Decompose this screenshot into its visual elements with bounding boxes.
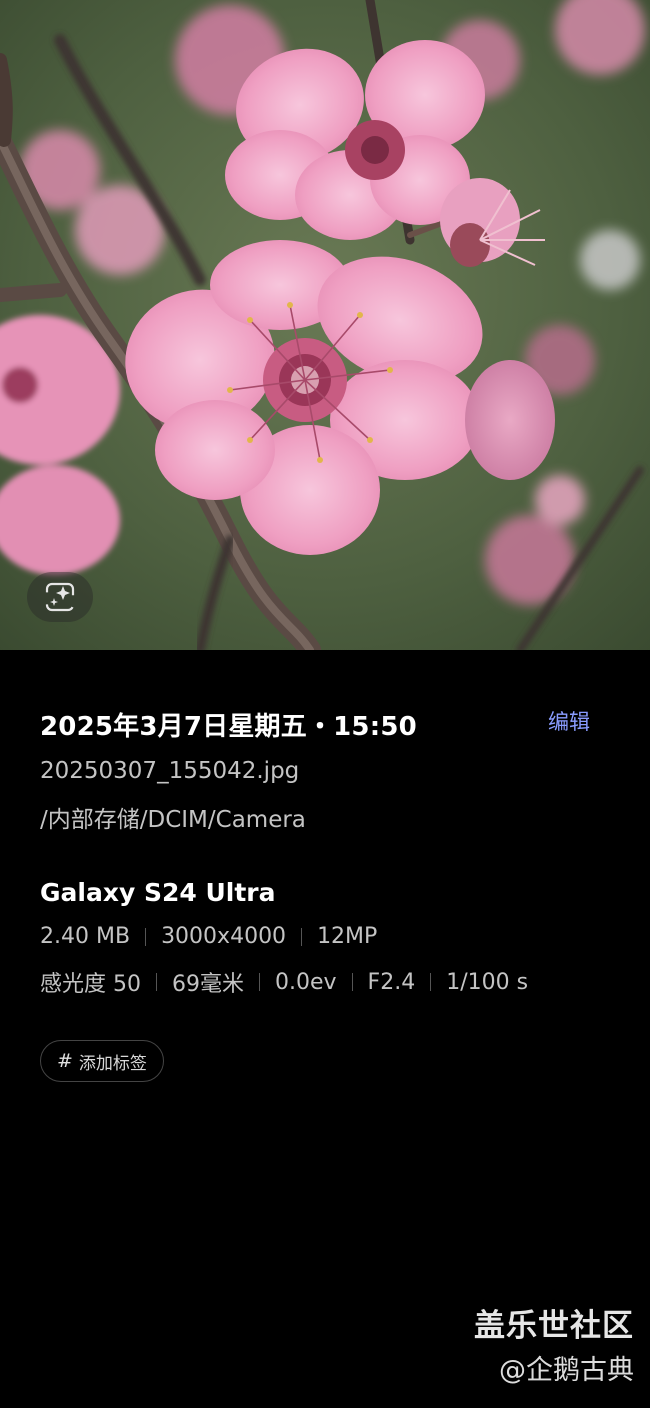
divider bbox=[430, 973, 432, 991]
device-model: Galaxy S24 Ultra bbox=[40, 878, 276, 907]
ai-sparkle-edit-icon bbox=[45, 582, 75, 612]
watermark-author: @企鹅古典 bbox=[499, 1355, 634, 1386]
divider bbox=[301, 927, 303, 946]
blossom-photo bbox=[0, 0, 650, 650]
photo-preview[interactable] bbox=[0, 0, 650, 650]
add-tag-label: 添加标签 bbox=[78, 1053, 147, 1074]
shutter-speed: 1/100 s bbox=[446, 969, 529, 995]
file-size: 2.40 MB bbox=[40, 924, 131, 949]
watermark-community: 盖乐世社区 bbox=[474, 1308, 634, 1344]
divider bbox=[156, 973, 157, 991]
file-name: 20250307_155042.jpg bbox=[40, 758, 300, 784]
capture-datetime: 2025年3月7日星期五・15:50 bbox=[40, 712, 417, 742]
edit-button[interactable]: 编辑 bbox=[548, 706, 590, 736]
details-panel: 2025年3月7日星期五・15:50 编辑 20250307_155042.jp… bbox=[0, 650, 650, 1408]
add-tag-button[interactable]: # 添加标签 bbox=[40, 1040, 164, 1082]
file-path[interactable]: /内部存储/DCIM/Camera bbox=[40, 800, 306, 834]
aperture-value: F2.4 bbox=[367, 969, 416, 995]
iso-value: 感光度 50 bbox=[40, 972, 141, 997]
focal-length: 69毫米 bbox=[172, 972, 244, 997]
divider bbox=[259, 973, 260, 991]
ai-edit-button[interactable] bbox=[27, 572, 93, 622]
exposure-value: 0.0ev bbox=[275, 969, 337, 995]
hash-icon: # bbox=[57, 1050, 73, 1072]
file-info-row: 2.40 MB 3000x4000 12MP bbox=[40, 924, 377, 949]
resolution: 3000x4000 bbox=[161, 924, 287, 949]
exposure-info-row: 感光度 50 69毫米 0.0ev F2.4 1/100 s bbox=[40, 966, 528, 998]
divider bbox=[351, 973, 353, 991]
divider bbox=[145, 927, 147, 946]
megapixels: 12MP bbox=[317, 924, 378, 949]
